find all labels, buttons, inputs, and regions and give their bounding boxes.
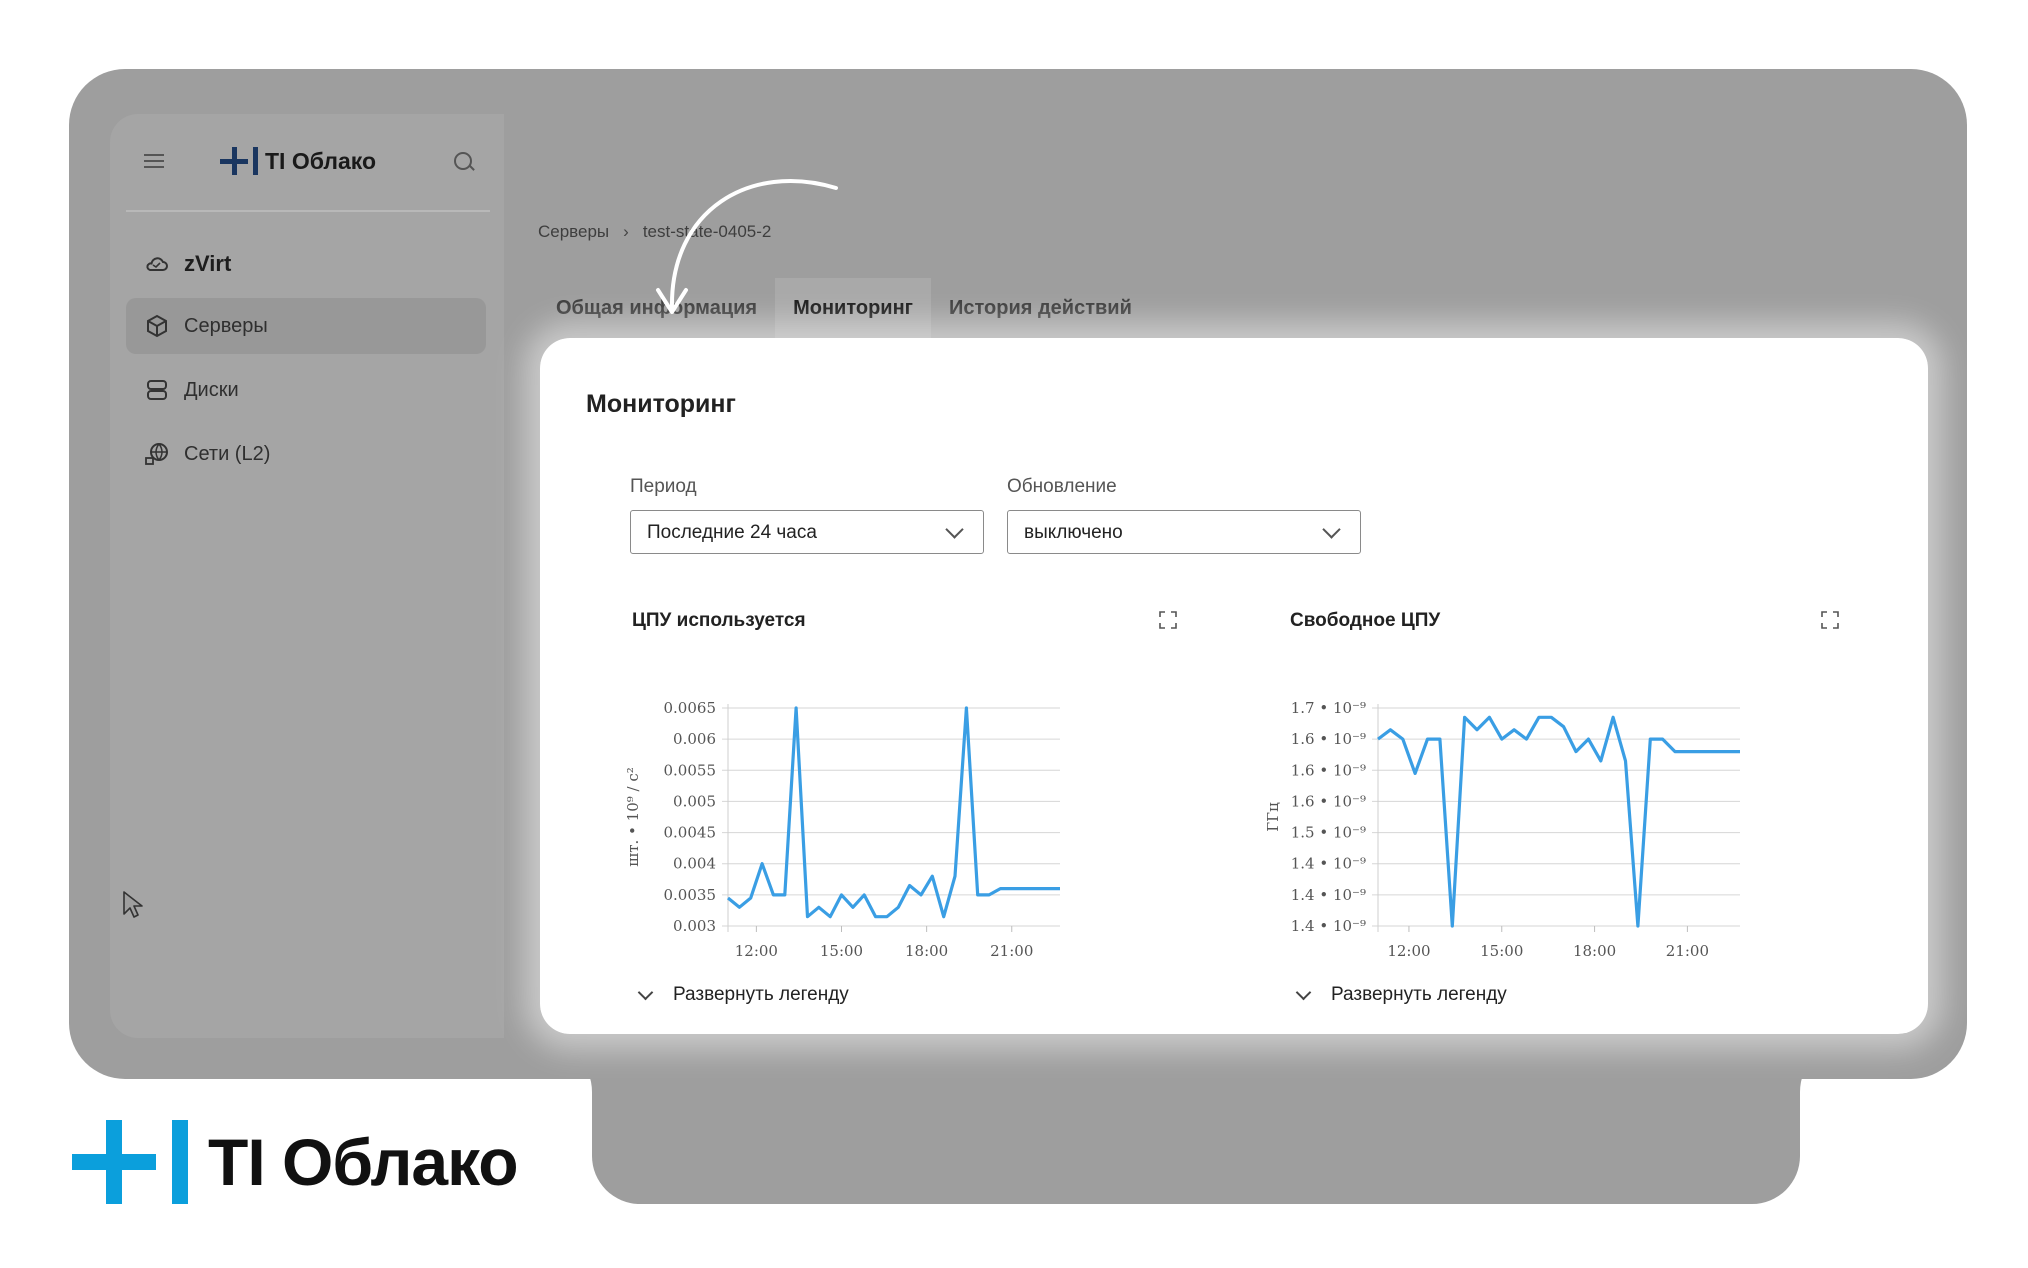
sidebar-item-label: Серверы bbox=[184, 314, 268, 337]
breadcrumb-item-servers[interactable]: Серверы bbox=[538, 222, 609, 242]
x-tick-label: 15:00 bbox=[1480, 942, 1523, 960]
legend-toggle[interactable]: Развернуть легенду bbox=[637, 984, 849, 1006]
y-tick-label: 0.005 bbox=[673, 792, 716, 810]
y-tick-label: 0.006 bbox=[673, 730, 716, 748]
logo-bar bbox=[172, 1120, 188, 1204]
app-logo[interactable]: TI Облако bbox=[220, 144, 376, 178]
mouse-cursor-icon bbox=[123, 891, 143, 918]
cloud-icon bbox=[146, 257, 168, 271]
sidebar-item-label: Диски bbox=[184, 378, 239, 401]
y-axis-label: ГГц bbox=[1264, 802, 1282, 832]
sidebar-header: TI Облако bbox=[110, 114, 504, 210]
period-select[interactable]: Последние 24 часа bbox=[630, 510, 984, 554]
refresh-select[interactable]: выключено bbox=[1007, 510, 1361, 554]
chart-title-cpu-used: ЦПУ используется bbox=[632, 610, 806, 631]
y-tick-label: 1.4 • 10⁻⁹ bbox=[1291, 917, 1366, 935]
y-tick-label: 1.6 • 10⁻⁹ bbox=[1291, 730, 1366, 748]
y-tick-label: 0.003 bbox=[673, 917, 716, 935]
sidebar: TI Облако zVirt Серверы Диски Сети (L2) bbox=[110, 114, 504, 1038]
sidebar-item-disks[interactable]: Диски bbox=[126, 362, 486, 418]
tab-action-history[interactable]: История действий bbox=[931, 278, 1150, 338]
cube-icon bbox=[147, 314, 167, 338]
chart-cpu-free: 1.4 • 10⁻⁹ 1.4 • 10⁻⁹ 1.4 • 10⁻⁹ 1.5 • 10⁻⁹… bbox=[1264, 699, 1740, 960]
x-tick-label: 18:00 bbox=[905, 942, 948, 960]
y-tick-label: 1.6 • 10⁻⁹ bbox=[1291, 792, 1366, 810]
logo-bar bbox=[253, 147, 258, 175]
y-tick-label: 1.4 • 10⁻⁹ bbox=[1291, 886, 1366, 904]
frame-notch-left bbox=[540, 1040, 592, 1092]
x-tick-label: 12:00 bbox=[735, 942, 778, 960]
expand-icon[interactable] bbox=[1820, 610, 1840, 630]
chart-title-cpu-free: Свободное ЦПУ bbox=[1290, 610, 1441, 631]
y-tick-label: 0.0035 bbox=[664, 886, 717, 904]
network-icon bbox=[145, 443, 168, 465]
legend-toggle-label: Развернуть легенду bbox=[1331, 984, 1507, 1005]
chevron-down-icon bbox=[1322, 520, 1341, 539]
y-tick-label: 1.5 • 10⁻⁹ bbox=[1291, 824, 1366, 842]
annotation-arrow bbox=[656, 179, 838, 314]
y-tick-label: 1.4 • 10⁻⁹ bbox=[1291, 855, 1366, 873]
sidebar-item-label: Сети (L2) bbox=[184, 442, 271, 465]
legend-toggle-label: Развернуть легенду bbox=[673, 984, 849, 1005]
brand-name: TI Облако bbox=[208, 1125, 519, 1199]
logo-plus-icon bbox=[220, 147, 248, 175]
monitoring-panel: Мониторинг Период Последние 24 часа Обно… bbox=[540, 338, 1928, 1034]
sidebar-item-label: zVirt bbox=[184, 251, 232, 276]
y-tick-label: 0.004 bbox=[673, 855, 716, 873]
frame-tab bbox=[592, 1040, 1800, 1204]
frame-notch-right bbox=[1800, 1040, 1852, 1092]
period-value: Последние 24 часа bbox=[647, 522, 817, 543]
brand-logo: TI Облако bbox=[72, 1120, 519, 1204]
refresh-label: Обновление bbox=[1007, 476, 1117, 497]
x-tick-label: 18:00 bbox=[1573, 942, 1616, 960]
y-tick-label: 0.0045 bbox=[664, 824, 717, 842]
sidebar-divider bbox=[126, 210, 490, 212]
x-tick-label: 21:00 bbox=[990, 942, 1033, 960]
y-tick-label: 0.0055 bbox=[664, 761, 717, 779]
logo-plus-icon bbox=[72, 1120, 156, 1204]
chevron-down-icon bbox=[637, 984, 654, 1000]
x-tick-label: 12:00 bbox=[1387, 942, 1430, 960]
period-label: Период bbox=[630, 476, 697, 497]
y-tick-label: 0.0065 bbox=[664, 699, 717, 717]
database-icon bbox=[147, 380, 167, 400]
y-tick-label: 1.6 • 10⁻⁹ bbox=[1291, 761, 1366, 779]
chevron-down-icon bbox=[945, 520, 964, 539]
chevron-down-icon bbox=[1295, 984, 1312, 1000]
legend-toggle[interactable]: Развернуть легенду bbox=[1295, 984, 1507, 1006]
x-tick-label: 15:00 bbox=[820, 942, 863, 960]
refresh-value: выключено bbox=[1024, 522, 1123, 543]
chart-cpu-used: 0.003 0.0035 0.004 0.0045 0.005 0.0055 0.006 0.… bbox=[624, 699, 1060, 960]
x-tick-label: 21:00 bbox=[1666, 942, 1709, 960]
y-axis-label: шт. • 10⁹ / с² bbox=[624, 767, 642, 867]
sidebar-item-zvirt[interactable]: zVirt bbox=[126, 236, 486, 292]
sidebar-item-servers[interactable]: Серверы bbox=[126, 298, 486, 354]
search-icon[interactable] bbox=[454, 152, 472, 170]
panel-title: Мониторинг bbox=[586, 390, 736, 418]
expand-icon[interactable] bbox=[1158, 610, 1178, 630]
menu-icon[interactable] bbox=[144, 154, 164, 168]
sidebar-item-networks[interactable]: Сети (L2) bbox=[126, 426, 486, 482]
y-tick-label: 1.7 • 10⁻⁹ bbox=[1291, 699, 1366, 717]
app-name: TI Облако bbox=[265, 147, 377, 174]
